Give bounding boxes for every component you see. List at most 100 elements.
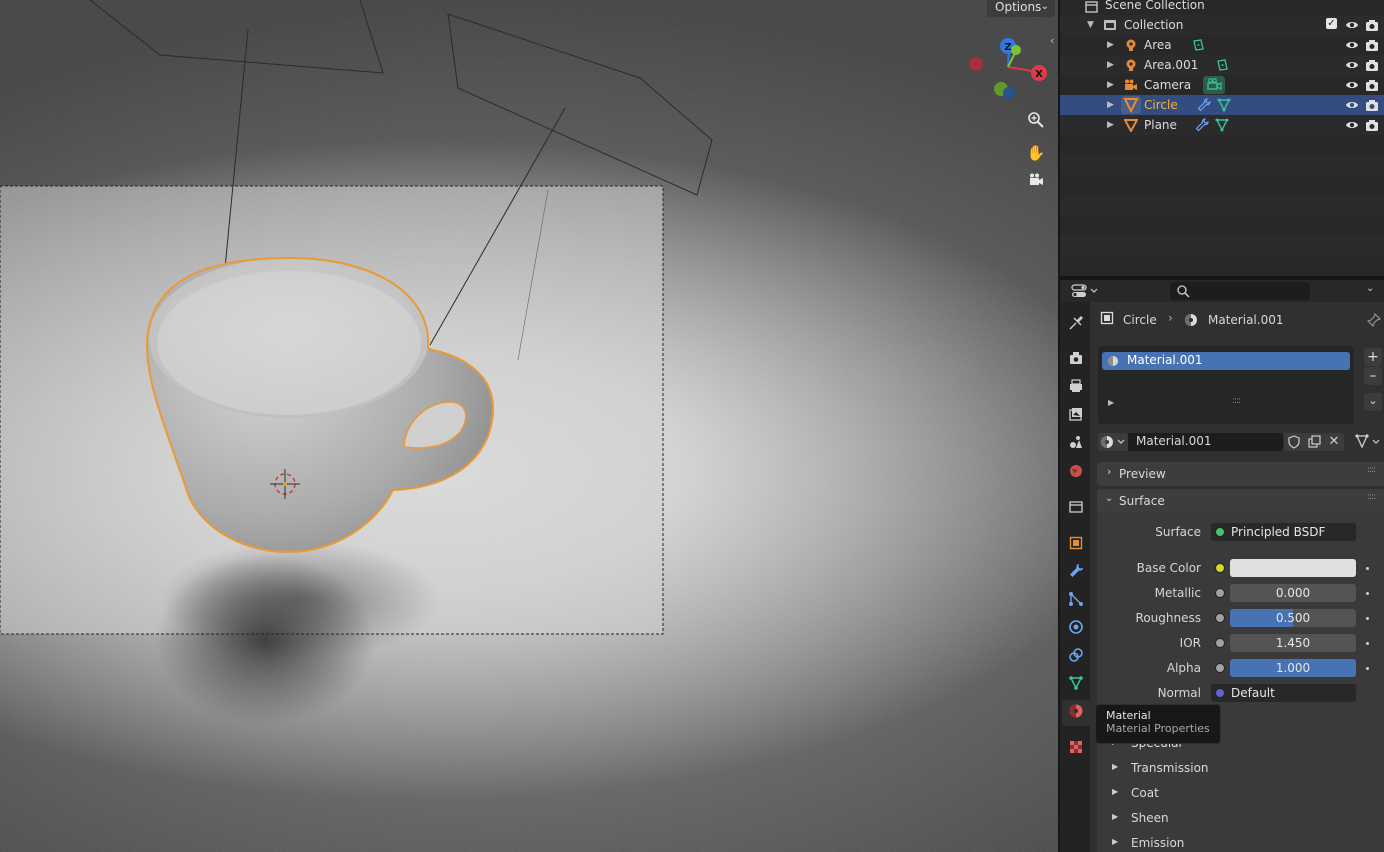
panel-surface-header[interactable]: ⌄ Surface :::: bbox=[1097, 489, 1384, 513]
material-name-field[interactable]: Material.001 bbox=[1128, 433, 1283, 451]
output-tab-icon[interactable] bbox=[1066, 378, 1086, 398]
keyframe-dot-icon[interactable] bbox=[1366, 617, 1369, 620]
outliner-item-plane[interactable]: ▶ Plane bbox=[1060, 115, 1384, 135]
normal-link-field[interactable]: Default bbox=[1211, 684, 1356, 702]
keyframe-dot-icon[interactable] bbox=[1366, 667, 1369, 670]
subpanel-emission[interactable]: ▶ Emission bbox=[1110, 836, 1370, 852]
drag-handle-icon[interactable]: :::: bbox=[1367, 492, 1376, 502]
fake-user-shield-icon[interactable] bbox=[1284, 433, 1304, 451]
object-tab-icon[interactable] bbox=[1066, 535, 1086, 555]
collection-tab-icon[interactable] bbox=[1066, 499, 1086, 519]
outliner-collection[interactable]: ▼ Collection ✓ bbox=[1060, 15, 1384, 35]
roughness-slider[interactable]: 0.500 bbox=[1230, 609, 1356, 627]
base-color-swatch[interactable] bbox=[1230, 559, 1356, 577]
browse-material-button[interactable] bbox=[1098, 433, 1128, 451]
expand-triangle-right-icon[interactable]: ▶ bbox=[1107, 55, 1114, 75]
view-layer-tab-icon[interactable] bbox=[1066, 406, 1086, 426]
constraints-tab-icon[interactable] bbox=[1066, 647, 1086, 667]
outliner-scene-collection[interactable]: Scene Collection bbox=[1060, 0, 1384, 15]
keyframe-dot-icon[interactable] bbox=[1366, 642, 1369, 645]
camera-data-icon[interactable] bbox=[1203, 76, 1225, 94]
alpha-slider[interactable]: 1.000 bbox=[1230, 659, 1356, 677]
subpanel-sheen[interactable]: ▶ Sheen bbox=[1110, 811, 1370, 829]
resize-handle-icon[interactable]: :::: bbox=[1232, 396, 1241, 406]
subpanel-coat[interactable]: ▶ Coat bbox=[1110, 786, 1370, 804]
duplicate-icon[interactable] bbox=[1304, 433, 1324, 451]
material-tab-icon[interactable] bbox=[1066, 703, 1086, 723]
keyframe-dot-icon[interactable] bbox=[1366, 592, 1369, 595]
texture-tab-icon[interactable] bbox=[1066, 739, 1086, 759]
camera-view-icon[interactable] bbox=[1024, 171, 1048, 195]
ior-field[interactable]: 1.450 bbox=[1230, 634, 1356, 652]
breadcrumb-separator-icon: › bbox=[1168, 311, 1173, 325]
light-data-icon[interactable] bbox=[1191, 38, 1205, 52]
render-camera-icon[interactable] bbox=[1365, 118, 1379, 132]
surface-shader-field[interactable]: Principled BSDF bbox=[1211, 523, 1356, 541]
slot-specials-menu[interactable]: ⌄ bbox=[1364, 393, 1382, 411]
subpanel-transmission[interactable]: ▶ Transmission bbox=[1110, 761, 1370, 779]
item-label: Circle bbox=[1144, 98, 1178, 112]
outliner-item-camera[interactable]: ▶ Camera bbox=[1060, 75, 1384, 95]
options-dropdown[interactable]: Options ⌄ bbox=[987, 0, 1055, 17]
expand-triangle-right-icon[interactable]: ▶ bbox=[1107, 75, 1114, 95]
float-socket-icon[interactable] bbox=[1215, 663, 1225, 673]
viewport-3d[interactable]: Z X Options ⌄ ‹ ✋ bbox=[0, 0, 1058, 852]
pan-hand-icon[interactable]: ✋ bbox=[1024, 141, 1048, 165]
outliner-item-area-001[interactable]: ▶ Area.001 bbox=[1060, 55, 1384, 75]
item-label: Plane bbox=[1144, 118, 1177, 132]
wrench-modifier-icon[interactable] bbox=[1195, 118, 1209, 132]
float-socket-icon[interactable] bbox=[1215, 638, 1225, 648]
camera-object-icon bbox=[1124, 78, 1138, 92]
world-tab-icon[interactable] bbox=[1066, 463, 1086, 483]
material-slot-item[interactable]: Material.001 bbox=[1102, 352, 1350, 370]
expand-triangle-down-icon[interactable]: ▼ bbox=[1087, 15, 1094, 35]
outliner-item-circle[interactable]: ▶ Circle bbox=[1060, 95, 1384, 115]
remove-slot-button[interactable]: – bbox=[1364, 367, 1382, 385]
add-slot-button[interactable]: + bbox=[1364, 348, 1382, 366]
float-socket-icon[interactable] bbox=[1215, 588, 1225, 598]
render-tab-icon[interactable] bbox=[1066, 350, 1086, 370]
unlink-close-icon[interactable]: ✕ bbox=[1324, 433, 1344, 451]
eye-icon[interactable] bbox=[1345, 98, 1359, 112]
eye-icon[interactable] bbox=[1345, 58, 1359, 72]
drag-handle-icon[interactable]: :::: bbox=[1367, 465, 1376, 475]
mesh-data-icon[interactable] bbox=[1217, 98, 1231, 112]
scene-tab-icon[interactable] bbox=[1066, 434, 1086, 454]
material-slot-list[interactable]: Material.001 ▶ :::: bbox=[1098, 346, 1354, 424]
expand-triangle-right-icon[interactable]: ▶ bbox=[1107, 35, 1114, 55]
color-socket-icon[interactable] bbox=[1215, 563, 1225, 573]
tool-tab-icon[interactable] bbox=[1066, 315, 1086, 335]
eye-icon[interactable] bbox=[1345, 18, 1359, 32]
render-camera-icon[interactable] bbox=[1365, 58, 1379, 72]
particles-tab-icon[interactable] bbox=[1066, 591, 1086, 611]
render-camera-icon[interactable] bbox=[1365, 98, 1379, 112]
expand-triangle-right-icon[interactable]: ▶ bbox=[1107, 115, 1114, 135]
editor-type-icon[interactable] bbox=[1070, 282, 1100, 300]
outliner-item-area[interactable]: ▶ Area bbox=[1060, 35, 1384, 55]
float-socket-icon[interactable] bbox=[1215, 613, 1225, 623]
chevron-down-icon[interactable]: ⌄ bbox=[1366, 283, 1374, 294]
pin-icon[interactable] bbox=[1366, 312, 1382, 328]
render-camera-icon[interactable] bbox=[1365, 38, 1379, 52]
modifier-wrench-tab-icon[interactable] bbox=[1066, 563, 1086, 583]
physics-tab-icon[interactable] bbox=[1066, 619, 1086, 639]
mesh-data-tab-icon[interactable] bbox=[1066, 675, 1086, 695]
exclude-checkbox[interactable]: ✓ bbox=[1326, 18, 1337, 29]
expand-triangle-right-icon[interactable]: ▶ bbox=[1108, 398, 1114, 407]
render-camera-icon[interactable] bbox=[1365, 18, 1379, 32]
properties-search-input[interactable] bbox=[1170, 282, 1310, 300]
node-tree-icon[interactable] bbox=[1353, 433, 1383, 451]
wrench-modifier-icon[interactable] bbox=[1197, 98, 1211, 112]
render-camera-icon[interactable] bbox=[1365, 78, 1379, 92]
eye-icon[interactable] bbox=[1345, 118, 1359, 132]
metallic-slider[interactable]: 0.000 bbox=[1230, 584, 1356, 602]
eye-icon[interactable] bbox=[1345, 38, 1359, 52]
mesh-data-icon[interactable] bbox=[1215, 118, 1229, 132]
zoom-icon[interactable] bbox=[1024, 111, 1048, 135]
panel-preview-header[interactable]: › Preview :::: bbox=[1097, 462, 1384, 486]
keyframe-dot-icon[interactable] bbox=[1366, 567, 1369, 570]
expand-triangle-right-icon[interactable]: ▶ bbox=[1107, 95, 1114, 115]
collapse-sidebar-icon[interactable]: ‹ bbox=[1050, 34, 1054, 47]
eye-icon[interactable] bbox=[1345, 78, 1359, 92]
light-data-icon[interactable] bbox=[1215, 58, 1229, 72]
